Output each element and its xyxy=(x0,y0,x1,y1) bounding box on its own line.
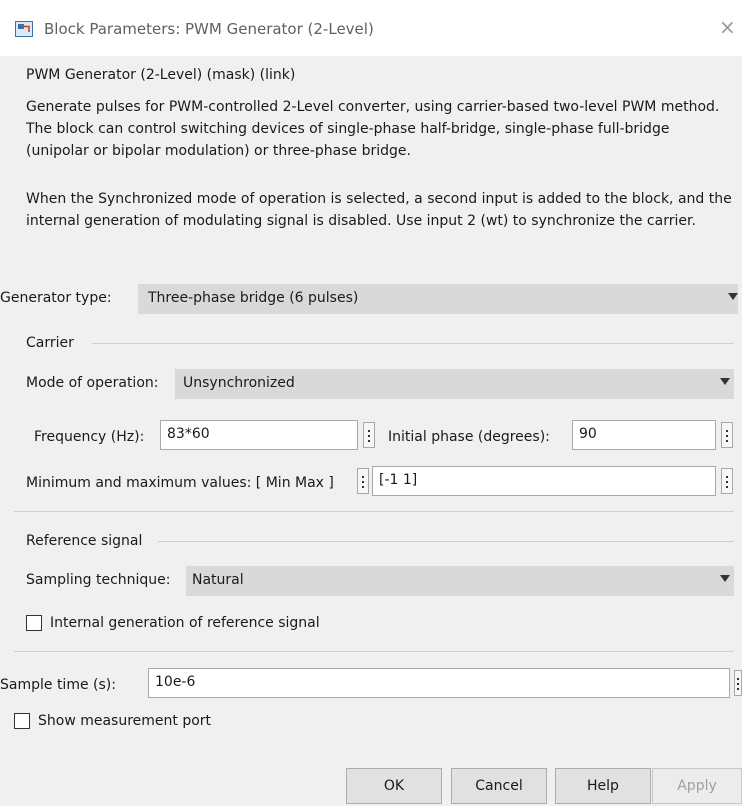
title-bar[interactable]: Block Parameters: PWM Generator (2-Level… xyxy=(0,0,742,56)
block-parameters-dialog: Block Parameters: PWM Generator (2-Level… xyxy=(0,0,742,806)
carrier-separator xyxy=(92,343,734,344)
internal-generation-checkbox[interactable] xyxy=(26,615,42,631)
initial-phase-field[interactable]: 90 xyxy=(572,420,716,450)
mask-title: PWM Generator (2-Level) (mask) (link) xyxy=(26,67,296,83)
generator-type-value: Three-phase bridge (6 pulses) xyxy=(148,290,359,306)
simulink-block-icon xyxy=(15,21,33,37)
apply-button[interactable]: Apply xyxy=(652,768,742,804)
mode-of-operation-value: Unsynchronized xyxy=(183,375,295,391)
min-max-label: Minimum and maximum values: [ Min Max ] xyxy=(26,475,334,491)
chevron-down-icon[interactable] xyxy=(720,378,730,385)
cancel-button[interactable]: Cancel xyxy=(451,768,547,804)
generator-type-row: Generator type: Three-phase bridge (6 pu… xyxy=(0,284,742,314)
initial-phase-label: Initial phase (degrees): xyxy=(388,429,550,445)
sampling-technique-row: Sampling technique: Natural xyxy=(26,566,734,596)
ok-button[interactable]: OK xyxy=(346,768,442,804)
sampling-technique-label: Sampling technique: xyxy=(26,572,171,588)
sampling-technique-dropdown[interactable] xyxy=(186,566,734,596)
reference-group-bottom xyxy=(14,651,734,652)
vertical-ellipsis-icon[interactable] xyxy=(721,422,733,448)
chevron-down-icon[interactable] xyxy=(728,293,738,300)
help-button[interactable]: Help xyxy=(555,768,651,804)
description-paragraph-1: Generate pulses for PWM-controlled 2-Lev… xyxy=(26,99,720,159)
show-measurement-port-label: Show measurement port xyxy=(38,713,212,729)
generator-type-label: Generator type: xyxy=(0,290,112,306)
reference-separator xyxy=(158,541,734,542)
vertical-ellipsis-icon[interactable] xyxy=(734,670,742,696)
mode-of-operation-row: Mode of operation: Unsynchronized xyxy=(26,369,734,399)
sampling-technique-value: Natural xyxy=(192,572,244,588)
vertical-ellipsis-icon[interactable] xyxy=(721,468,733,494)
frequency-label: Frequency (Hz): xyxy=(34,429,145,445)
show-measurement-port-checkbox[interactable] xyxy=(14,713,30,729)
chevron-down-icon[interactable] xyxy=(720,575,730,582)
carrier-section-label: Carrier xyxy=(26,335,74,351)
mode-of-operation-label: Mode of operation: xyxy=(26,375,159,391)
frequency-field[interactable]: 83*60 xyxy=(160,420,358,450)
close-icon[interactable]: × xyxy=(719,17,736,37)
description-paragraph-2: When the Synchronized mode of operation … xyxy=(26,191,732,229)
window-title: Block Parameters: PWM Generator (2-Level… xyxy=(44,20,374,38)
min-max-field[interactable]: [-1 1] xyxy=(372,466,716,496)
reference-signal-section-label: Reference signal xyxy=(26,533,143,549)
vertical-ellipsis-icon[interactable] xyxy=(363,422,375,448)
sample-time-field[interactable]: 10e-6 xyxy=(148,668,730,698)
internal-generation-label: Internal generation of reference signal xyxy=(50,615,320,631)
carrier-group-bottom xyxy=(14,511,734,512)
sample-time-label: Sample time (s): xyxy=(0,677,116,693)
vertical-ellipsis-icon[interactable] xyxy=(357,468,369,494)
